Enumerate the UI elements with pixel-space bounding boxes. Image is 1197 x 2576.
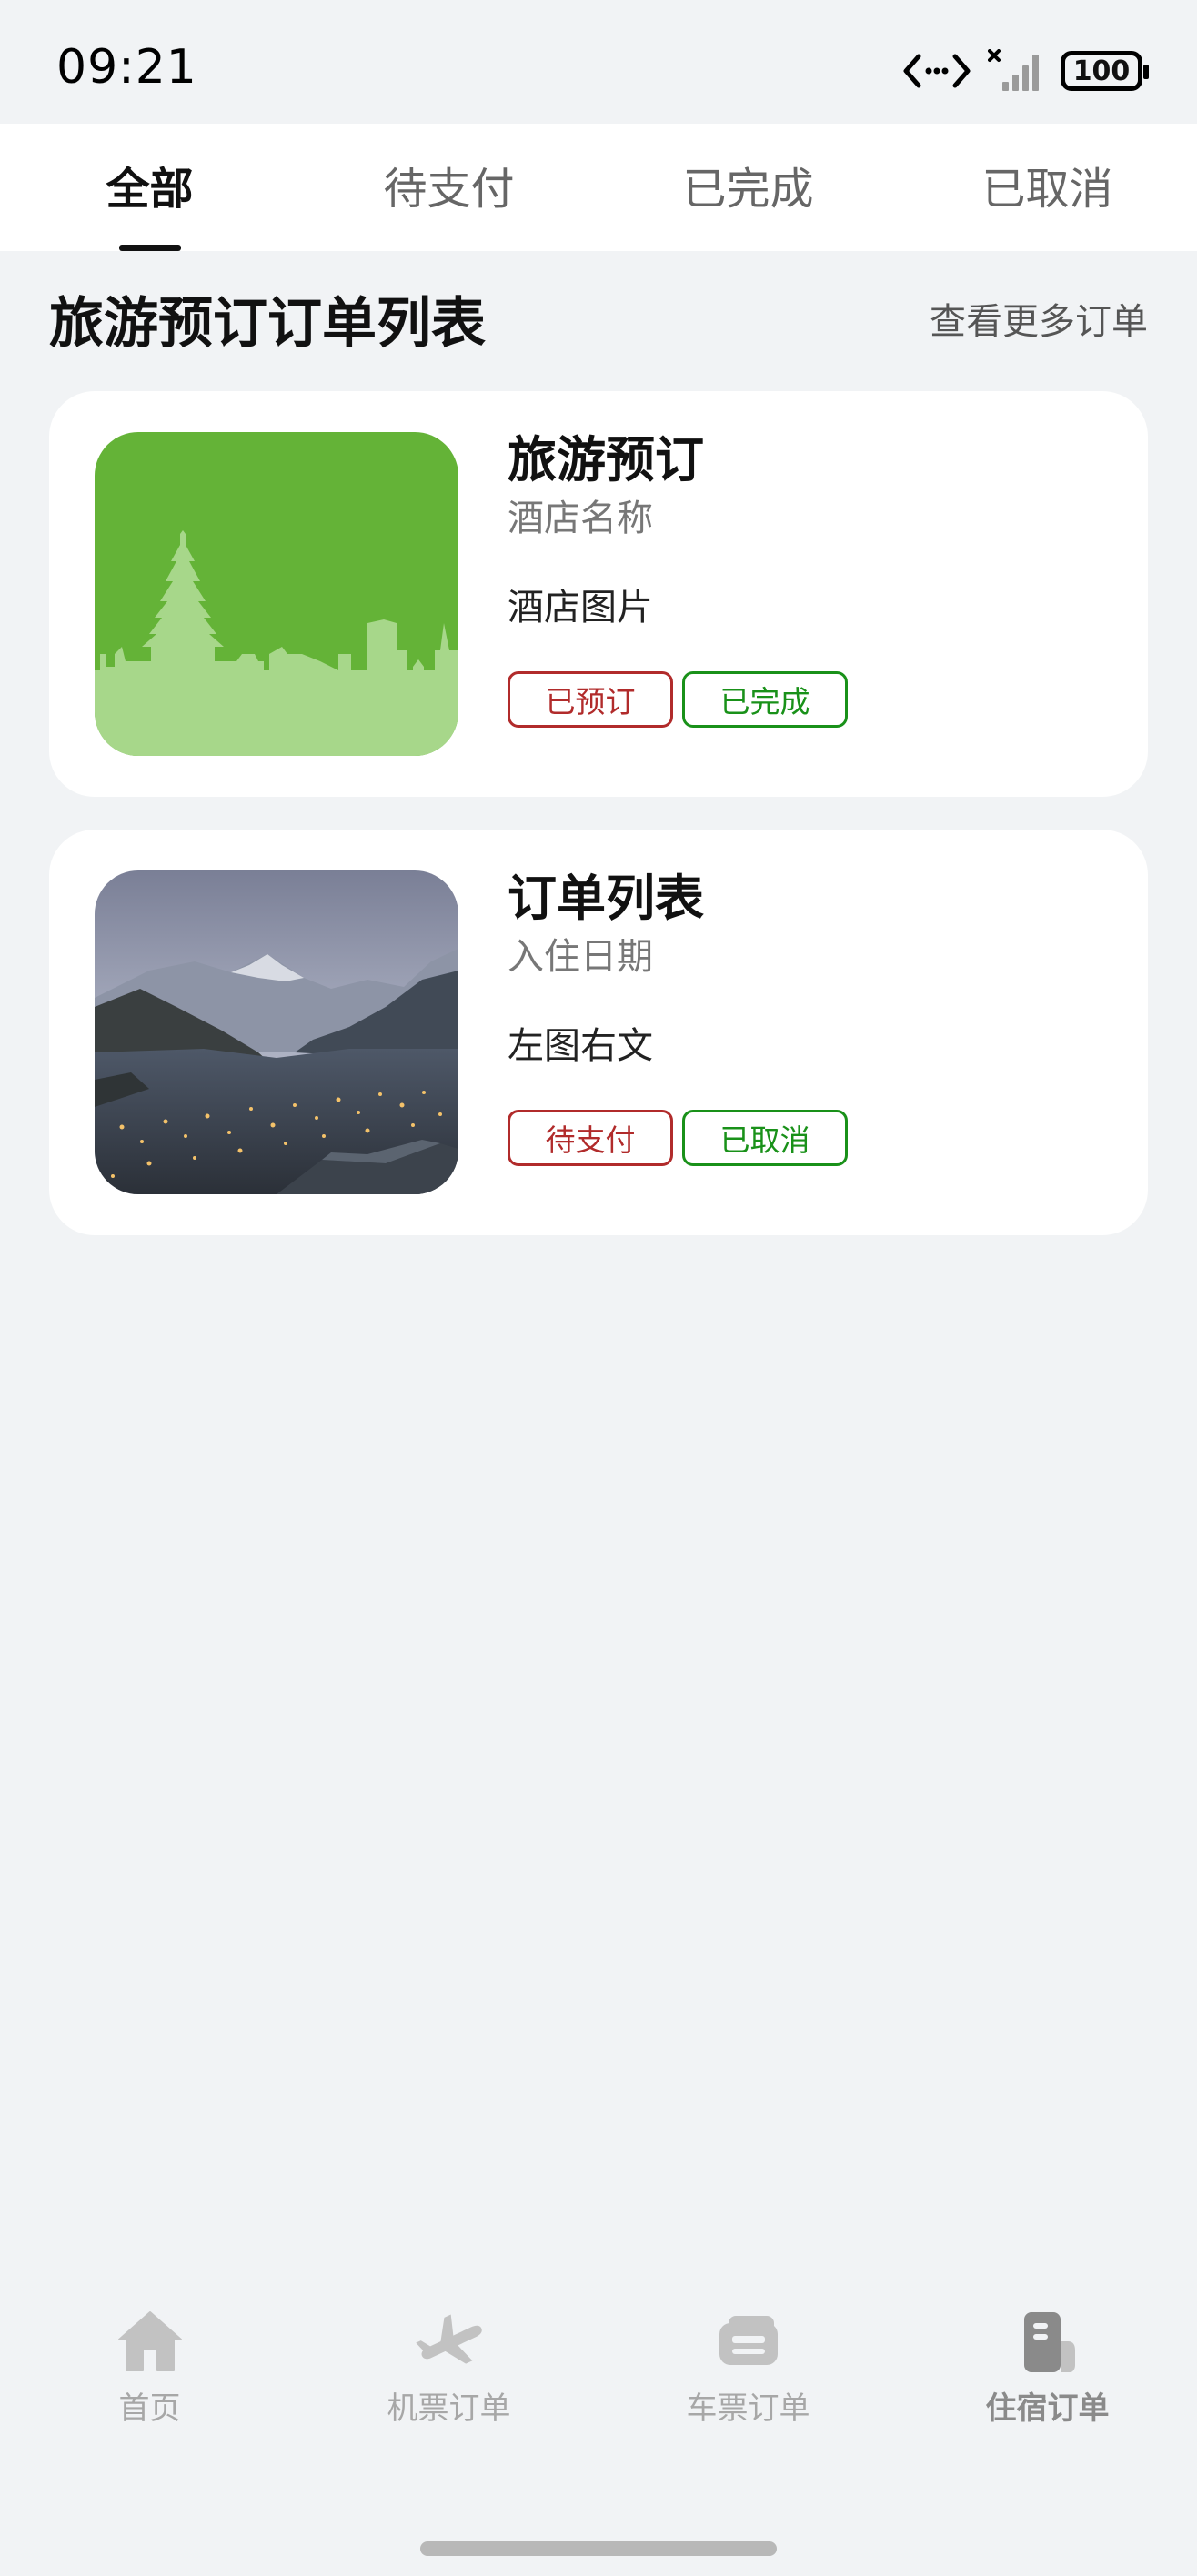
- nav-item-home[interactable]: 首页: [0, 2283, 299, 2447]
- green-pagoda-skyline-illustration: [95, 432, 458, 756]
- section-title: 旅游预订订单列表: [49, 291, 486, 356]
- nav-item-hotel-orders[interactable]: 住宿订单: [898, 2283, 1197, 2447]
- status-time: 09:21: [56, 40, 197, 95]
- order-card[interactable]: 订单列表 入住日期 左图右文 待支付 已取消: [49, 830, 1148, 1235]
- view-more-orders-link[interactable]: 查看更多订单: [930, 292, 1148, 345]
- order-info: 订单列表 入住日期 左图右文 待支付 已取消: [508, 866, 1090, 1166]
- section-header: 旅游预订订单列表 查看更多订单: [49, 273, 1148, 364]
- tab-pending-payment[interactable]: 待支付: [299, 124, 598, 251]
- home-indicator[interactable]: [420, 2541, 777, 2556]
- order-title: 订单列表: [508, 870, 704, 927]
- battery-icon: 100: [1061, 51, 1149, 91]
- nav-label: 车票订单: [686, 2390, 810, 2427]
- mountain-town-dusk-photo: [95, 870, 458, 1194]
- order-list-page: 09:21 100 全部 待支付 已完成 已取消 旅游预订订单列表 查看更多订单…: [0, 0, 1197, 2576]
- status-badge-pending-payment[interactable]: 待支付: [508, 1110, 673, 1166]
- home-icon: [117, 2311, 182, 2371]
- battery-level: 100: [1072, 55, 1131, 87]
- nav-item-train-orders[interactable]: 车票订单: [598, 2283, 898, 2447]
- order-status-tabs: 全部 待支付 已完成 已取消: [0, 124, 1197, 251]
- nav-label: 住宿订单: [985, 2390, 1110, 2427]
- status-badge-completed[interactable]: 已完成: [682, 671, 848, 728]
- order-subtitle: 入住日期: [508, 936, 653, 978]
- order-status-tags: 待支付 已取消: [508, 1110, 1090, 1166]
- tab-all[interactable]: 全部: [0, 124, 299, 251]
- status-bar: 09:21 100: [0, 0, 1197, 124]
- status-badge-booked[interactable]: 已预订: [508, 671, 673, 728]
- tab-completed[interactable]: 已完成: [598, 124, 898, 251]
- tab-cancelled[interactable]: 已取消: [898, 124, 1197, 251]
- data-transfer-icon: [903, 54, 971, 88]
- order-title: 旅游预订: [508, 431, 704, 488]
- order-description: 酒店图片: [508, 587, 653, 629]
- order-status-tags: 已预订 已完成: [508, 671, 1090, 728]
- nav-item-flight-orders[interactable]: 机票订单: [299, 2283, 598, 2447]
- status-badge-cancelled[interactable]: 已取消: [682, 1110, 848, 1166]
- order-card[interactable]: 旅游预订 酒店名称 酒店图片 已预订 已完成: [49, 391, 1148, 797]
- nav-label: 首页: [118, 2390, 181, 2427]
- order-image: [95, 432, 458, 756]
- hotel-icon: [1023, 2312, 1075, 2372]
- order-subtitle: 酒店名称: [508, 498, 653, 539]
- order-image: [95, 870, 458, 1194]
- ticket-icon: [719, 2316, 778, 2365]
- signal-icon: [988, 49, 1039, 91]
- order-description: 左图右文: [508, 1025, 653, 1067]
- status-icons: 100: [902, 45, 1149, 96]
- airplane-icon: [415, 2314, 482, 2364]
- nav-label: 机票订单: [387, 2390, 511, 2427]
- order-info: 旅游预订 酒店名称 酒店图片 已预订 已完成: [508, 428, 1090, 728]
- bottom-navigation: 首页 机票订单 车票订单 住宿订单: [0, 2283, 1197, 2447]
